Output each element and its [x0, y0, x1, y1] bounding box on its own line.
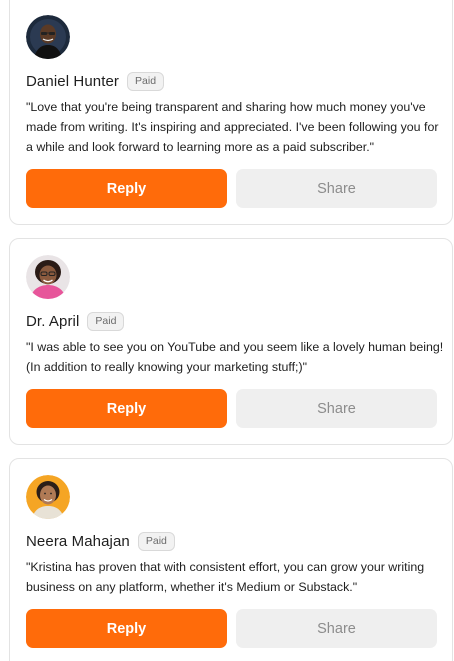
- author-row: Dr. April Paid: [26, 312, 125, 331]
- author-row: Neera Mahajan Paid: [26, 532, 175, 551]
- share-button[interactable]: Share: [236, 169, 437, 208]
- author-name: Daniel Hunter: [26, 72, 120, 90]
- author-name: Neera Mahajan: [26, 532, 130, 550]
- avatar-photo-icon: [26, 475, 70, 519]
- paid-badge: Paid: [127, 72, 165, 91]
- testimonial-quote: "Love that you're being transparent and …: [26, 100, 439, 154]
- share-button[interactable]: Share: [236, 609, 437, 648]
- author-row: Daniel Hunter Paid: [26, 72, 165, 91]
- avatar-photo-icon: [26, 255, 70, 299]
- testimonial-card: Neera Mahajan Paid "Kristina has proven …: [9, 458, 453, 661]
- avatar: [26, 475, 70, 519]
- author-name: Dr. April: [26, 312, 80, 330]
- testimonial-feed: Daniel Hunter Paid "Love that you're bei…: [0, 0, 454, 661]
- avatar: [26, 15, 70, 59]
- testimonial-quote: "I was able to see you on YouTube and yo…: [26, 340, 444, 374]
- reply-button[interactable]: Reply: [26, 389, 227, 428]
- testimonial-quote: "Kristina has proven that with consisten…: [26, 560, 425, 594]
- testimonial-card: Daniel Hunter Paid "Love that you're bei…: [9, 0, 453, 225]
- paid-badge: Paid: [87, 312, 125, 331]
- testimonial-card: Dr. April Paid "I was able to see you on…: [9, 238, 453, 445]
- card-actions: Reply Share: [26, 609, 437, 648]
- avatar: [26, 255, 70, 299]
- share-button[interactable]: Share: [236, 389, 437, 428]
- reply-button[interactable]: Reply: [26, 169, 227, 208]
- card-actions: Reply Share: [26, 389, 437, 428]
- paid-badge: Paid: [137, 532, 175, 551]
- card-actions: Reply Share: [26, 169, 437, 208]
- reply-button[interactable]: Reply: [26, 609, 227, 648]
- avatar-photo-icon: [26, 15, 70, 59]
